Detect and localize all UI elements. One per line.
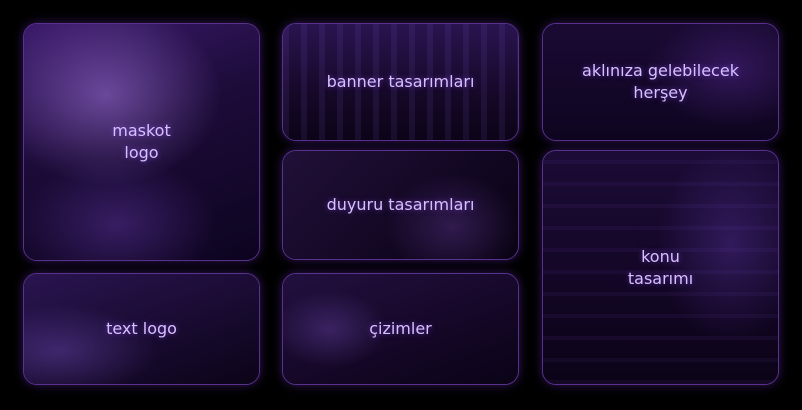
text-logo-thumbnail-image (24, 274, 259, 384)
tile-drawings[interactable]: çizimler (282, 273, 519, 385)
tile-text-logo[interactable]: text logo (23, 273, 260, 385)
tile-label: maskot logo (112, 121, 171, 162)
tile-maskot-logo[interactable]: maskot logo (23, 23, 260, 261)
tile-label: aklınıza gelebilecek herşey (582, 61, 739, 102)
announcement-thumbnail-image (283, 151, 518, 259)
tile-anything-you-can-think-of[interactable]: aklınıza gelebilecek herşey (542, 23, 779, 141)
tile-label: duyuru tasarımları (326, 195, 475, 214)
mascot-thumbnail-image (24, 24, 259, 260)
drawings-thumbnail-image (283, 274, 518, 384)
topic-thumbnail-image (543, 151, 778, 384)
misc-thumbnail-image (543, 24, 778, 140)
tile-label: banner tasarımları (326, 72, 475, 91)
tile-label: çizimler (369, 319, 432, 338)
banner-thumbnail-image (283, 24, 518, 140)
tile-announcement-designs[interactable]: duyuru tasarımları (282, 150, 519, 260)
tile-label: konu tasarımı (627, 246, 694, 288)
tile-topic-design[interactable]: konu tasarımı (542, 150, 779, 385)
tile-label: text logo (106, 319, 177, 338)
tile-banner-designs[interactable]: banner tasarımları (282, 23, 519, 141)
